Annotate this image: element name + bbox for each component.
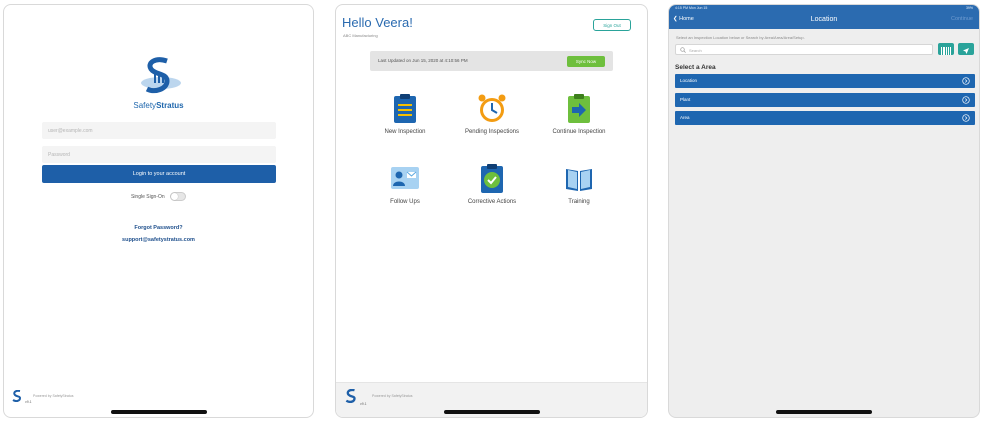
chevron-circle-right-icon	[962, 77, 970, 85]
sso-toggle[interactable]	[170, 192, 187, 201]
status-bar: 4:15 PM Mon Jun 15 39%	[669, 5, 979, 12]
sso-label: Single Sign-On	[130, 193, 165, 200]
version-text: v9.1	[360, 402, 367, 406]
sso-row: Single Sign-On	[4, 192, 313, 201]
area-label: Area	[680, 115, 690, 120]
login-button[interactable]: Login to your account	[42, 165, 276, 183]
forgot-password-link[interactable]: Forgot Password?	[4, 225, 313, 231]
sync-bar: Last Updated on Jun 15, 2020 at 4:10:56 …	[370, 51, 613, 71]
home-screen: Hello Veera! ABC Manufacturing Sign Out …	[335, 4, 648, 418]
version-text: v9.1	[25, 400, 32, 404]
search-box	[675, 44, 933, 55]
company-name: ABC Manufacturing	[343, 33, 378, 38]
barcode-icon	[941, 47, 951, 55]
home-indicator[interactable]	[443, 410, 540, 414]
tile-label: Corrective Actions	[467, 199, 517, 205]
clipboard-icon	[394, 94, 416, 123]
area-label: Location	[680, 78, 698, 83]
brand-name: SafetyStratus	[133, 101, 184, 110]
sync-now-button[interactable]: Sync Now	[567, 56, 605, 67]
search-input[interactable]	[689, 46, 919, 54]
continue-button[interactable]: Continue	[951, 16, 973, 22]
page-title: Location	[810, 16, 838, 23]
support-email-link[interactable]: support@safetystratus.com	[4, 237, 313, 243]
safetystratus-mini-logo-icon	[345, 389, 356, 403]
sign-out-button[interactable]: Sign Out	[593, 19, 631, 31]
id-card-icon	[391, 167, 419, 189]
search-icon	[680, 47, 686, 53]
area-label: Plant	[680, 97, 691, 102]
greeting: Hello Veera!	[342, 15, 413, 30]
barcode-scan-button[interactable]	[938, 43, 954, 55]
email-input[interactable]	[42, 122, 276, 139]
chevron-circle-right-icon	[962, 114, 970, 122]
last-updated-text: Last Updated on Jun 15, 2020 at 4:10:56 …	[378, 58, 468, 63]
status-time: 4:15 PM Mon Jun 15	[675, 6, 708, 10]
safetystratus-logo-icon	[141, 57, 181, 94]
battery-status: 39%	[965, 6, 973, 10]
area-row-plant[interactable]: Plant	[675, 93, 975, 107]
book-icon	[566, 169, 592, 191]
area-row-area[interactable]: Area	[675, 111, 975, 125]
tile-label: New Inspection	[384, 129, 426, 135]
location-screen: 4:15 PM Mon Jun 15 39% ❮ Home Location C…	[668, 4, 980, 418]
alarm-clock-icon	[478, 94, 506, 122]
arrow-clipboard-icon	[568, 94, 590, 123]
powered-by-text: Powered by SafetyStratus	[33, 394, 74, 398]
login-screen: SafetyStratus Login to your account Sing…	[3, 4, 314, 418]
tile-label: Pending Inspections	[464, 129, 520, 135]
tile-label: Training	[568, 199, 590, 205]
powered-by-text: Powered by SafetyStratus	[372, 394, 413, 398]
password-input[interactable]	[42, 146, 276, 163]
home-indicator[interactable]	[776, 410, 872, 414]
locate-button[interactable]	[958, 43, 974, 55]
tile-label: Continue Inspection	[552, 129, 606, 135]
chevron-circle-right-icon	[962, 96, 970, 104]
location-arrow-icon	[963, 48, 969, 54]
area-row-location[interactable]: Location	[675, 74, 975, 88]
nav-bar: 4:15 PM Mon Jun 15 39% ❮ Home Location C…	[669, 5, 979, 29]
section-heading: Select a Area	[675, 64, 716, 71]
instruction-text: Select an Inspection Location below or S…	[676, 35, 805, 40]
check-clipboard-icon	[481, 164, 503, 193]
tile-label: Follow Ups	[390, 199, 420, 205]
safetystratus-mini-logo-icon	[12, 390, 22, 402]
home-indicator[interactable]	[110, 410, 207, 414]
